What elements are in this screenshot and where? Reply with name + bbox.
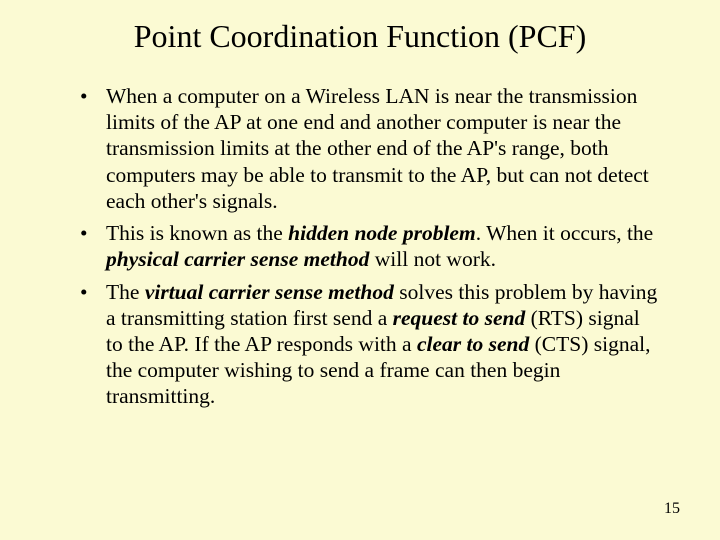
bullet-text: The [106, 280, 145, 304]
bullet-item: When a computer on a Wireless LAN is nea… [80, 83, 660, 214]
emphasis-virtual-carrier-sense: virtual carrier sense method [145, 280, 394, 304]
emphasis-physical-carrier-sense: physical carrier sense method [106, 247, 369, 271]
emphasis-request-to-send: request to send [393, 306, 526, 330]
bullet-list: When a computer on a Wireless LAN is nea… [60, 83, 660, 410]
page-number: 15 [664, 500, 680, 518]
emphasis-hidden-node-problem: hidden node problem [288, 221, 476, 245]
bullet-item: The virtual carrier sense method solves … [80, 279, 660, 410]
bullet-text: When a computer on a Wireless LAN is nea… [106, 84, 649, 213]
bullet-text: This is known as the [106, 221, 288, 245]
bullet-item: This is known as the hidden node problem… [80, 220, 660, 272]
slide: Point Coordination Function (PCF) When a… [0, 0, 720, 540]
slide-title: Point Coordination Function (PCF) [60, 18, 660, 55]
bullet-text: . When it occurs, the [476, 221, 654, 245]
emphasis-clear-to-send: clear to send [417, 332, 529, 356]
bullet-text: will not work. [369, 247, 496, 271]
